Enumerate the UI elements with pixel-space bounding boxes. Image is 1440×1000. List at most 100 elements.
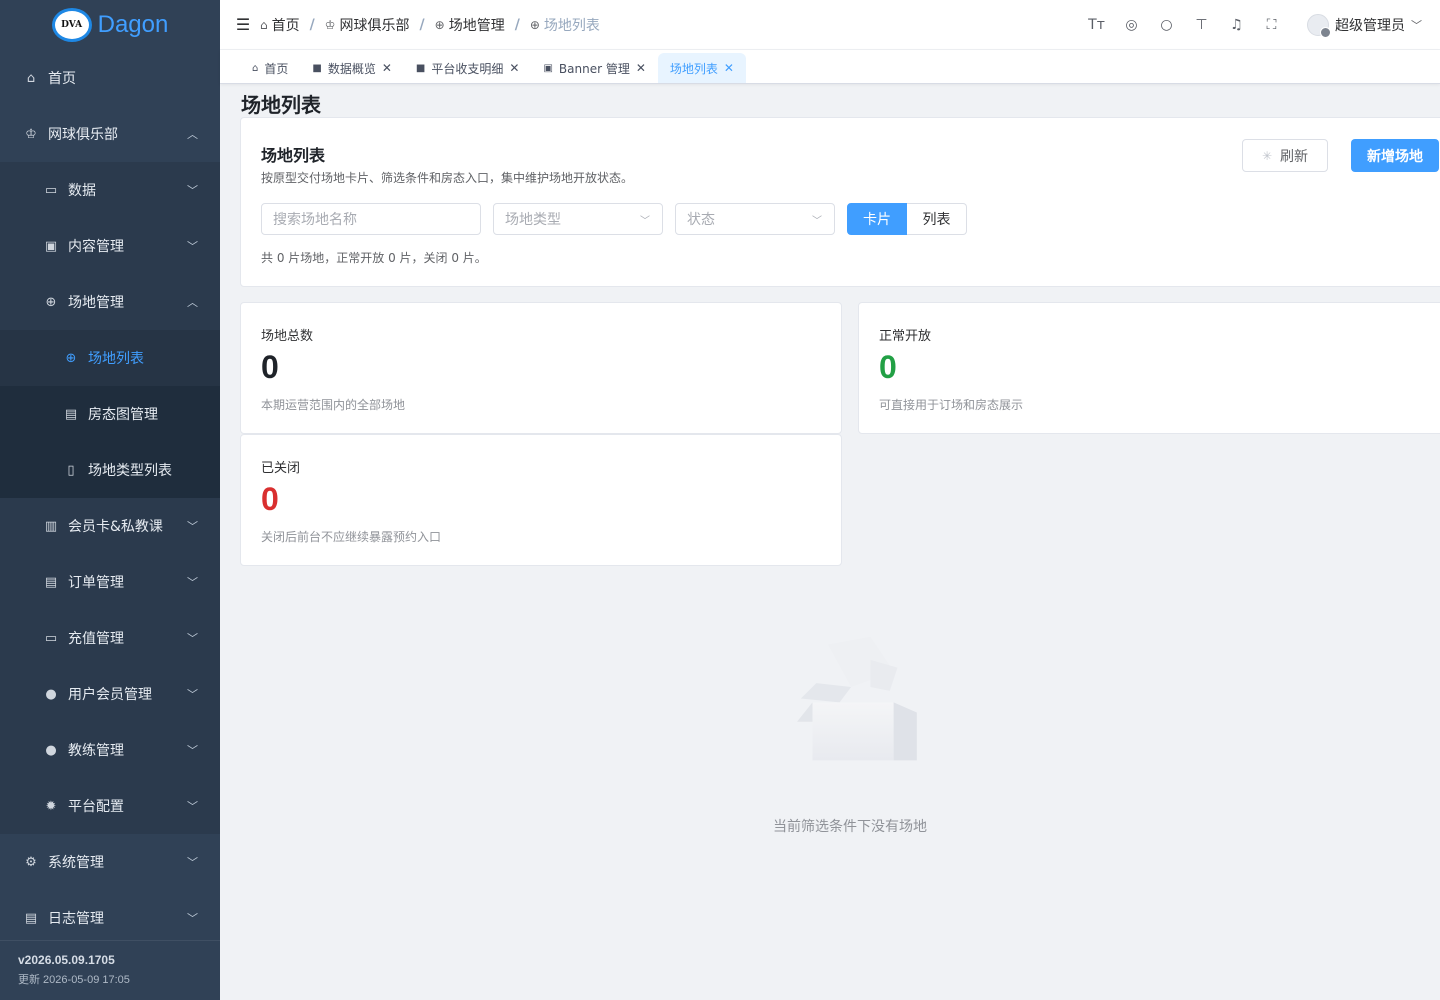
close-icon[interactable]: ✕ (636, 61, 646, 75)
sidebar-item-label: 内容管理 (68, 239, 124, 255)
search-placeholder: 搜索场地名称 (273, 212, 357, 228)
sidebar-item-label: 系统管理 (48, 855, 104, 871)
breadcrumb-item-home[interactable]: ⌂ 首页 (260, 15, 300, 35)
fullscreen-icon[interactable]: ⛶ (1264, 17, 1279, 33)
chevron-down-icon: ﹀ (187, 520, 198, 533)
tag-label: 场地列表 (669, 61, 718, 76)
bell-icon[interactable]: ♫ (1229, 17, 1244, 33)
panel-title: 场地列表 (261, 146, 326, 165)
add-venue-button[interactable]: 新增场地 (1351, 139, 1439, 172)
hamburger-icon[interactable]: ☰ (220, 15, 260, 34)
close-icon[interactable]: ✕ (724, 61, 734, 75)
close-icon[interactable]: ✕ (382, 61, 392, 75)
sidebar-item-coaches[interactable]: ● 教练管理 ﹀ (0, 722, 220, 778)
stat-label: 场地总数 (261, 329, 314, 344)
tags-view: ⌂ 首页 ■ 数据概览 ✕ ■ 平台收支明细 ✕ ▣ Banner 管理 ✕ 场… (220, 50, 1440, 84)
trophy-icon: ♔ (324, 17, 336, 32)
font-size-icon[interactable]: Tт (1088, 17, 1105, 33)
user-icon: ● (45, 686, 57, 702)
stat-value: 0 (261, 349, 279, 385)
sidebar-item-venue-types[interactable]: ▯ 场地类型列表 (0, 442, 220, 498)
main-content: 场地列表 场地列表 按原型交付场地卡片、筛选条件和房态入口，集中维护场地开放状态… (220, 84, 1440, 1000)
app-logo[interactable]: DVA Dagon (0, 0, 220, 50)
sidebar-item-label: 场地列表 (88, 351, 144, 367)
chart-icon: ▭ (44, 182, 58, 198)
sidebar-item-content[interactable]: ▣ 内容管理 ﹀ (0, 218, 220, 274)
sidebar-item-label: 用户会员管理 (68, 687, 152, 703)
panel-description: 按原型交付场地卡片、筛选条件和房态入口，集中维护场地开放状态。 (261, 171, 634, 185)
tag-label: 平台收支明细 (431, 61, 504, 76)
status-select[interactable]: 状态 ﹀ (675, 203, 835, 235)
navbar: ☰ ⌂ 首页 / ♔ 网球俱乐部 / ⊕ 场地管理 / ⊕ 场地列表 Tт ◎ … (220, 0, 1440, 50)
sidebar-item-tennis-club[interactable]: ♔ 网球俱乐部 ︿ (0, 106, 220, 162)
chevron-down-icon: ﹀ (187, 912, 198, 925)
sidebar-item-label: 平台配置 (68, 799, 124, 815)
sidebar-item-label: 充值管理 (68, 631, 124, 647)
book-icon: ▥ (44, 518, 58, 534)
breadcrumb-label: 场地管理 (448, 17, 505, 34)
venue-type-select[interactable]: 场地类型 ﹀ (493, 203, 663, 235)
search-input[interactable]: 搜索场地名称 (261, 203, 481, 235)
search-icon[interactable]: ○ (1159, 17, 1174, 33)
view-toggle: 卡片 列表 (847, 203, 967, 235)
chevron-down-icon: ﹀ (640, 215, 650, 227)
status-placeholder: 状态 (687, 212, 715, 228)
tag-venue-list[interactable]: 场地列表 ✕ (657, 53, 746, 83)
document-icon: ▤ (44, 574, 58, 590)
sidebar-item-platform-config[interactable]: ✹ 平台配置 ﹀ (0, 778, 220, 834)
image-icon: ▣ (543, 62, 553, 74)
sidebar-item-membership[interactable]: ▥ 会员卡&私教课 ﹀ (0, 498, 220, 554)
breadcrumb-item-tennis-club[interactable]: ♔ 网球俱乐部 (325, 15, 410, 35)
theme-icon[interactable]: ◎ (1124, 17, 1139, 33)
sidebar-item-label: 订单管理 (68, 575, 124, 591)
sidebar-item-label: 房态图管理 (88, 407, 158, 423)
chevron-down-icon: ﹀ (187, 744, 198, 757)
sidebar-item-venue[interactable]: ⊕ 场地管理 ︿ (0, 274, 220, 330)
tag-platform-finance[interactable]: ■ 平台收支明细 ✕ (404, 53, 532, 83)
stat-value: 0 (879, 349, 897, 385)
sidebar-item-label: 网球俱乐部 (48, 127, 118, 143)
sidebar-item-room-status[interactable]: ▤ 房态图管理 (0, 386, 220, 442)
sidebar-item-system[interactable]: ⚙ 系统管理 ﹀ (0, 834, 220, 890)
sidebar-item-logs[interactable]: ▤ 日志管理 ﹀ (0, 890, 220, 946)
sidebar-item-orders[interactable]: ▤ 订单管理 ﹀ (0, 554, 220, 610)
image-icon: ▣ (44, 238, 58, 254)
home-icon: ⌂ (260, 17, 268, 32)
refresh-button[interactable]: ✳ 刷新 (1242, 139, 1328, 172)
breadcrumb-separator: / (419, 16, 425, 33)
tag-data-overview[interactable]: ■ 数据概览 ✕ (300, 53, 404, 83)
user-menu[interactable]: 超级管理员 ﹀ (1307, 14, 1422, 38)
breadcrumb-label: 场地列表 (543, 17, 600, 34)
breadcrumb-item-venue[interactable]: ⊕ 场地管理 (435, 15, 505, 35)
chevron-down-icon: ﹀ (1411, 19, 1422, 32)
navbar-tools: Tт ◎ ○ ⊤ ♫ ⛶ 超级管理员 ﹀ (1088, 0, 1422, 50)
wallet-icon: ■ (415, 62, 426, 74)
list-view-button[interactable]: 列表 (907, 203, 967, 235)
tag-banner[interactable]: ▣ Banner 管理 ✕ (531, 53, 657, 83)
stat-note: 本期运营范围内的全部场地 (261, 398, 406, 412)
sidebar-item-recharge[interactable]: ▭ 充值管理 ﹀ (0, 610, 220, 666)
stat-card-closed: 已关闭 0 关闭后前台不应继续暴露预约入口 (240, 434, 842, 566)
log-icon: ▤ (24, 910, 38, 926)
basketball-icon: ⊕ (45, 294, 57, 310)
sidebar-item-data[interactable]: ▭ 数据 ﹀ (0, 162, 220, 218)
shirt-icon[interactable]: ⊤ (1194, 17, 1209, 33)
sidebar-item-home[interactable]: ⌂ 首页 (0, 50, 220, 106)
home-icon: ⌂ (26, 70, 36, 86)
sidebar-item-members[interactable]: ● 用户会员管理 ﹀ (0, 666, 220, 722)
chart-icon: ■ (312, 62, 322, 74)
close-icon[interactable]: ✕ (509, 61, 519, 75)
sidebar: DVA Dagon ⌂ 首页 ♔ 网球俱乐部 ︿ ▭ 数据 ﹀ ▣ 内容管理 ﹀… (0, 0, 220, 1000)
tag-home[interactable]: ⌂ 首页 (240, 53, 300, 83)
basketball-icon: ⊕ (65, 350, 77, 366)
chevron-down-icon: ﹀ (187, 800, 198, 813)
loading-icon: ✳ (1261, 148, 1273, 163)
card-view-button[interactable]: 卡片 (847, 203, 907, 235)
sidebar-footer: v2026.05.09.1705 更新 2026-05-09 17:05 (0, 940, 220, 1000)
basketball-icon: ⊕ (434, 17, 445, 32)
folder-icon: ▭ (44, 630, 58, 646)
sidebar-item-venue-list[interactable]: ⊕ 场地列表 (0, 330, 220, 386)
tag-label: 首页 (264, 61, 289, 76)
type-placeholder: 场地类型 (505, 212, 561, 228)
chevron-down-icon: ﹀ (812, 215, 822, 227)
